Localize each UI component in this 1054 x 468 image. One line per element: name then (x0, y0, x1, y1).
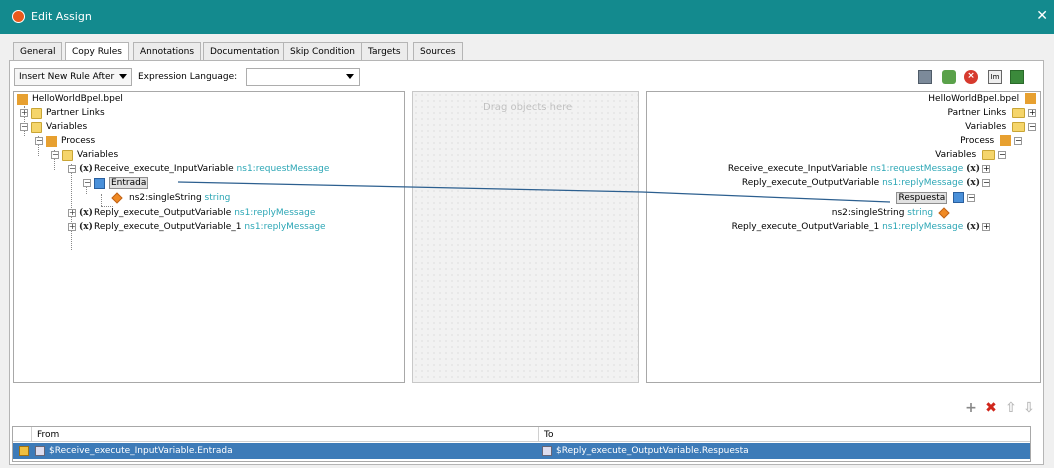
mapping-line-path (177, 181, 891, 203)
row-icon (16, 443, 30, 459)
tab-targets[interactable]: Targets (361, 42, 408, 61)
copy-rules-table: From To $Receive_execute_InputVariable.E… (12, 426, 1031, 462)
move-down-icon[interactable]: ⇩ (1022, 401, 1036, 415)
tab-general[interactable]: General (13, 42, 63, 61)
tab-skip-condition[interactable]: Skip Condition (283, 42, 362, 61)
mapping-line[interactable] (10, 61, 1045, 391)
add-rule-icon[interactable]: + (964, 401, 978, 415)
table-corner (13, 427, 32, 442)
tab-documentation[interactable]: Documentation (203, 42, 287, 61)
close-icon[interactable]: ✕ (1036, 8, 1048, 24)
var-icon (35, 445, 45, 456)
column-header-from[interactable]: From (32, 427, 539, 442)
table-row[interactable]: $Receive_execute_InputVariable.Entrada $… (13, 443, 1030, 459)
var-icon (542, 445, 552, 456)
window-title: Edit Assign (31, 10, 92, 23)
app-icon (12, 10, 25, 23)
move-up-icon[interactable]: ⇧ (1004, 401, 1018, 415)
delete-rule-icon[interactable]: ✖ (984, 401, 998, 415)
tab-sources[interactable]: Sources (413, 42, 463, 61)
tab-copy-rules[interactable]: Copy Rules (65, 42, 129, 62)
title-bar: Edit Assign ✕ (0, 0, 1054, 34)
row-to-cell: $Reply_execute_OutputVariable.Respuesta (539, 443, 1030, 459)
copy-rules-panel: Insert New Rule After Expression Languag… (9, 60, 1044, 465)
tab-annotations[interactable]: Annotations (133, 42, 202, 61)
column-header-to[interactable]: To (539, 427, 1030, 442)
row-from-cell: $Receive_execute_InputVariable.Entrada (32, 443, 539, 459)
